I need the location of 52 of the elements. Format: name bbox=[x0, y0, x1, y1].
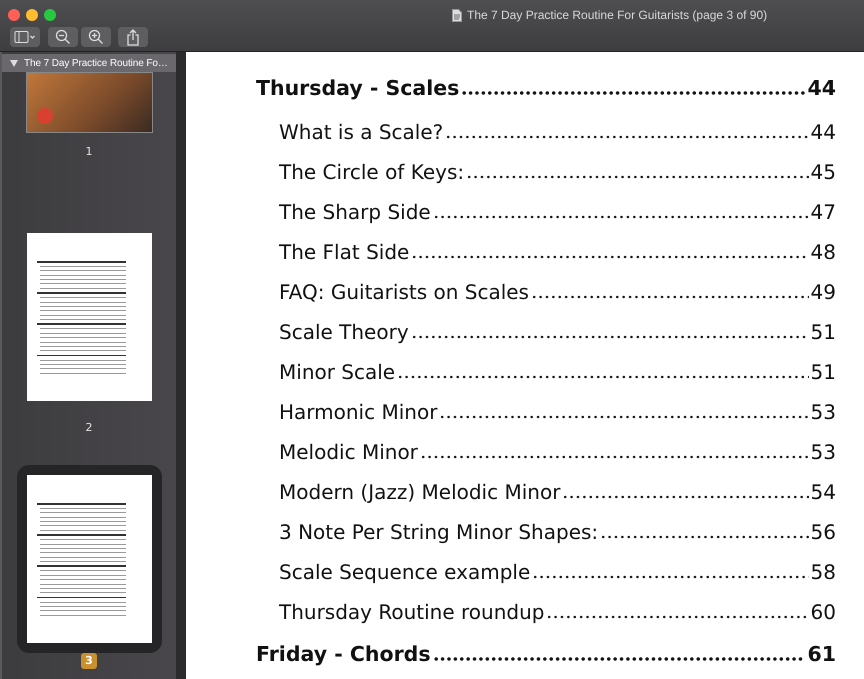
toc-entry-title[interactable]: Scale Theory bbox=[279, 312, 409, 352]
close-button[interactable] bbox=[8, 9, 20, 21]
toc-page-number: 54 bbox=[810, 479, 836, 506]
toc-entry-title[interactable]: Modern (Jazz) Melodic Minor bbox=[279, 472, 560, 512]
toc-page-number: 49 bbox=[810, 279, 836, 306]
toc-page-number: 45 bbox=[810, 159, 836, 186]
toc-page-number: 56 bbox=[810, 519, 836, 546]
share-icon bbox=[126, 28, 140, 46]
toc-entry-title[interactable]: The Circle of Keys: bbox=[279, 152, 464, 192]
toc-page-number: 51 bbox=[810, 359, 836, 386]
zoom-out-button[interactable] bbox=[48, 27, 78, 47]
toc-entry-title[interactable]: Harmonic Minor bbox=[279, 392, 438, 432]
minimize-button[interactable] bbox=[26, 9, 38, 21]
toc-page-number: 53 bbox=[810, 399, 836, 426]
zoom-out-icon bbox=[55, 29, 71, 45]
page-number: 1 bbox=[86, 145, 92, 159]
document-icon bbox=[452, 8, 462, 22]
toc-entry-title[interactable]: What is a Scale? bbox=[279, 112, 444, 152]
sidebar-header[interactable]: The 7 Day Practice Routine Fo… bbox=[2, 54, 176, 72]
toc-page-number: 51 bbox=[810, 319, 836, 346]
toc-entry-title[interactable]: Minor Scale bbox=[279, 352, 396, 392]
toc-page-number: 58 bbox=[810, 559, 836, 586]
share-button[interactable] bbox=[118, 27, 148, 47]
toc-page-number: 44 bbox=[810, 119, 836, 146]
page-number: 2 bbox=[86, 421, 92, 435]
sidebar-icon bbox=[14, 30, 36, 44]
zoom-in-icon bbox=[88, 29, 104, 45]
toc-entry-title[interactable]: Thursday - Scales bbox=[256, 68, 460, 108]
toc-page-number: 60 bbox=[810, 599, 836, 626]
toc-entry-title[interactable]: FAQ: Guitarists on Scales bbox=[279, 272, 529, 312]
page-thumbnail[interactable] bbox=[26, 475, 152, 643]
cover-thumbnail[interactable] bbox=[26, 72, 152, 133]
page-thumbnail[interactable] bbox=[26, 233, 152, 401]
selected-thumbnail-frame[interactable] bbox=[16, 465, 162, 653]
toc-page-number: 47 bbox=[810, 199, 836, 226]
toc-entry-title[interactable]: 3 Note Per String Minor Shapes: bbox=[279, 512, 598, 552]
toc-page-number: 53 bbox=[810, 439, 836, 466]
toc-entry-title[interactable]: Friday - Chords bbox=[256, 634, 431, 674]
zoom-button[interactable] bbox=[44, 9, 56, 21]
toc-page-number: 48 bbox=[810, 239, 836, 266]
toc-entry-title[interactable]: The Flat Side bbox=[279, 232, 410, 272]
toc-entry-title[interactable]: Melodic Minor bbox=[279, 432, 418, 472]
sidebar-toggle-button[interactable] bbox=[10, 27, 40, 47]
toc-entry-title[interactable]: Thursday Routine roundup bbox=[279, 592, 544, 632]
disclosure-triangle-icon[interactable] bbox=[10, 60, 18, 66]
toc-entry-title[interactable]: The Sharp Side bbox=[279, 192, 431, 232]
current-page-badge: 3 bbox=[81, 653, 97, 669]
toc-page-number: 44 bbox=[807, 75, 836, 102]
toc-page-number: 61 bbox=[807, 641, 836, 668]
toc-entry-title[interactable]: Scale Sequence example bbox=[279, 552, 530, 592]
window-title: The 7 Day Practice Routine For Guitarists (page 3 of 90) bbox=[467, 8, 768, 22]
zoom-in-button[interactable] bbox=[81, 27, 111, 47]
